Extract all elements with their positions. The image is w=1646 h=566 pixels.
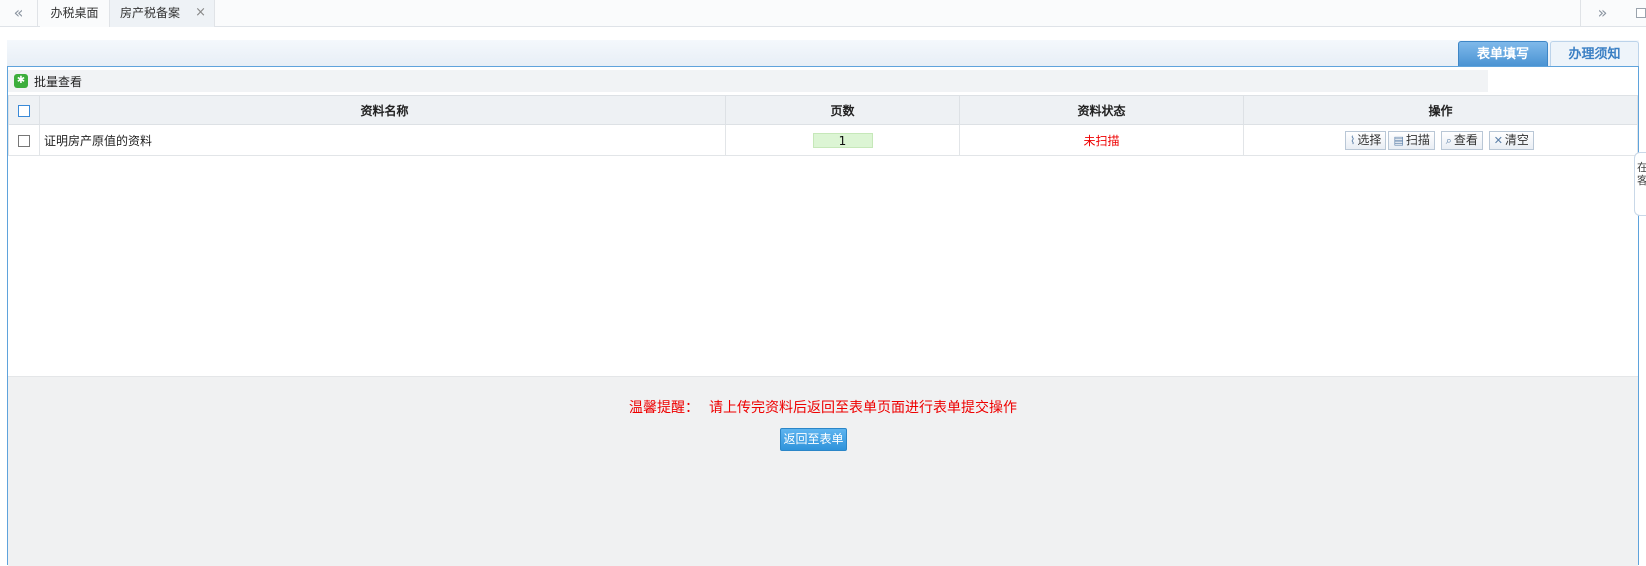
row-checkbox[interactable] xyxy=(18,134,30,147)
table-row: 证明房产原值的资料 1 未扫描 ⌇ 选择 ▤ 扫描 ⌕ 查看 ✕ 清空 xyxy=(8,124,1638,156)
material-name: 证明房产原值的资料 xyxy=(39,124,726,156)
reminder-area: 温馨提醒： 请上传完资料后返回至表单页面进行表单提交操作 返回至表单 xyxy=(8,376,1638,566)
page-count-badge: 1 xyxy=(812,132,873,148)
top-tab-bar: « 办税桌面 房产税备案 × » xyxy=(0,0,1646,27)
select-all-checkbox[interactable] xyxy=(18,104,30,117)
material-status: 未扫描 xyxy=(959,124,1244,156)
window-restore-icon[interactable] xyxy=(1636,8,1646,18)
printer-icon: ▤ xyxy=(1393,133,1404,147)
button-label: 查看 xyxy=(1453,132,1478,147)
side-handle-text: 在 客 xyxy=(1637,161,1646,187)
button-label: 清空 xyxy=(1504,132,1529,147)
tab-form-fill[interactable]: 表单填写 xyxy=(1458,41,1548,67)
reminder-text: 温馨提醒： 请上传完资料后返回至表单页面进行表单提交操作 xyxy=(8,397,1638,417)
column-header-name: 资料名称 xyxy=(39,95,726,125)
scan-button[interactable]: ▤ 扫描 xyxy=(1388,130,1435,150)
row-check-cell xyxy=(8,124,40,156)
batch-toolbar: ✱ 批量查看 xyxy=(8,70,1488,92)
clear-button[interactable]: ✕ 清空 xyxy=(1488,130,1534,150)
column-header-status: 资料状态 xyxy=(959,95,1244,125)
scroll-tabs-left-button[interactable]: « xyxy=(0,0,38,27)
double-chevron-left-icon: « xyxy=(13,3,24,22)
column-header-pages: 页数 xyxy=(725,95,960,125)
content-header-strip xyxy=(7,40,1639,67)
tab-instructions[interactable]: 办理须知 xyxy=(1550,41,1639,67)
column-header-actions: 操作 xyxy=(1243,95,1638,125)
select-all-cell xyxy=(8,95,40,125)
batch-view-button[interactable]: 批量查看 xyxy=(34,73,82,90)
table-header-row: 资料名称 页数 资料状态 操作 xyxy=(8,95,1638,125)
reminder-prefix: 温馨提醒： xyxy=(629,400,699,416)
tab-tax-desktop[interactable]: 办税桌面 xyxy=(40,0,110,27)
double-chevron-right-icon: » xyxy=(1597,3,1608,22)
tab-property-tax-filing[interactable]: 房产税备案 × xyxy=(110,0,215,27)
page-count-cell: 1 xyxy=(725,124,960,156)
view-button[interactable]: ⌕ 查看 xyxy=(1440,130,1483,150)
tab-label: 办税桌面 xyxy=(50,6,99,20)
side-panel-handle[interactable]: 在 客 xyxy=(1634,152,1646,216)
close-icon[interactable]: × xyxy=(195,0,206,26)
paperclip-icon: ⌇ xyxy=(1350,133,1356,147)
button-label: 扫描 xyxy=(1405,132,1430,147)
button-label: 选择 xyxy=(1357,132,1382,147)
return-to-form-button[interactable]: 返回至表单 xyxy=(780,428,847,451)
magnifier-icon: ⌕ xyxy=(1445,133,1452,147)
select-file-button[interactable]: ⌇ 选择 xyxy=(1345,130,1387,150)
tab-label: 表单填写 xyxy=(1476,47,1529,62)
scroll-tabs-right-button[interactable]: » xyxy=(1580,0,1624,27)
reminder-message: 请上传完资料后返回至表单页面进行表单提交操作 xyxy=(709,400,1017,416)
close-icon: ✕ xyxy=(1493,133,1503,147)
materials-table: 资料名称 页数 资料状态 操作 证明房产原值的资料 1 未扫描 ⌇ 选择 ▤ 扫描 ⌕… xyxy=(8,95,1638,156)
tab-label: 办理须知 xyxy=(1568,47,1621,62)
materials-panel: ✱ 批量查看 资料名称 页数 资料状态 操作 证明房产原值的资料 1 未扫描 ⌇… xyxy=(7,66,1639,566)
tab-label: 房产税备案 xyxy=(120,6,181,20)
actions-cell: ⌇ 选择 ▤ 扫描 ⌕ 查看 ✕ 清空 xyxy=(1243,124,1638,156)
batch-view-icon[interactable]: ✱ xyxy=(14,74,28,88)
